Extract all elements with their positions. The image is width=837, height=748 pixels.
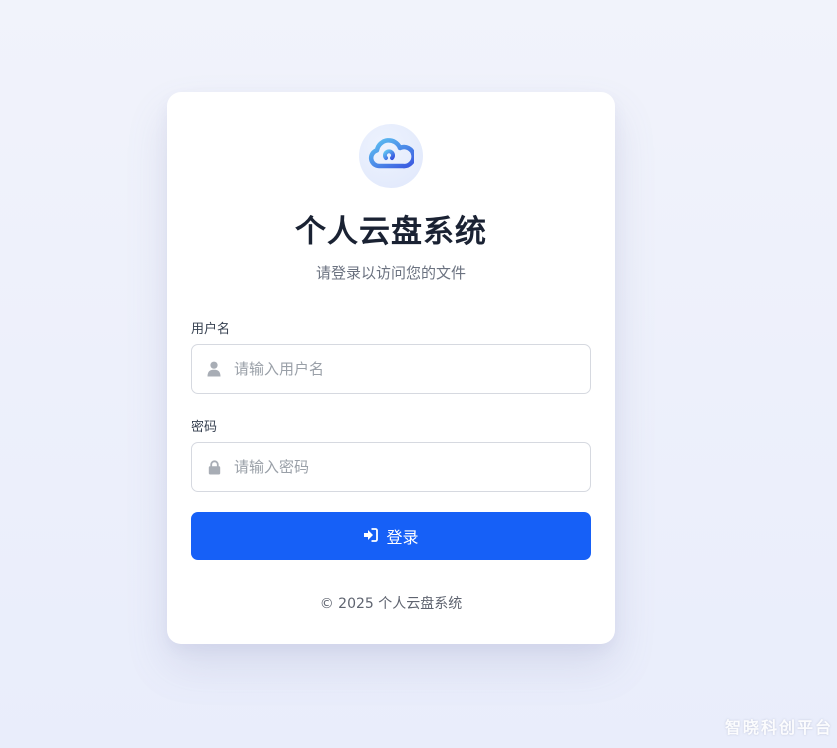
password-label: 密码: [191, 420, 218, 435]
page-subtitle: 请登录以访问您的文件: [315, 264, 466, 282]
login-button[interactable]: 登录: [191, 512, 591, 560]
user-icon: [192, 361, 232, 377]
password-input[interactable]: [232, 443, 590, 491]
lock-icon: [192, 459, 232, 475]
page-title: 个人云盘系统: [295, 214, 487, 250]
username-input[interactable]: [232, 345, 590, 393]
cloud-logo: [359, 124, 423, 188]
login-button-label: 登录: [386, 528, 419, 547]
username-label: 用户名: [191, 322, 231, 337]
copyright-footer: © 2025 个人云盘系统: [319, 596, 463, 612]
login-card: 个人云盘系统 请登录以访问您的文件 用户名 密码 登录 ©: [167, 92, 615, 644]
password-field-box: [191, 442, 591, 492]
username-field-box: [191, 344, 591, 394]
watermark: 智晓科创平台: [724, 718, 833, 737]
cloud-icon: [368, 138, 416, 174]
sign-in-icon: [363, 527, 379, 546]
